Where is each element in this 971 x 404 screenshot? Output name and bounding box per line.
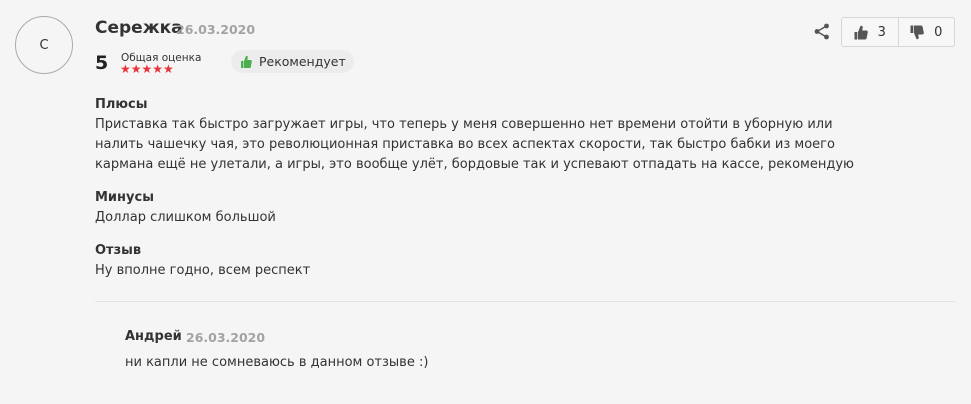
thumbs-up-green-icon xyxy=(241,55,252,68)
cons-text: Доллар слишком большой xyxy=(95,210,276,225)
review-text: Ну вполне годно, всем респект xyxy=(95,263,311,278)
cons-title: Минусы xyxy=(95,190,154,205)
dislike-button[interactable]: 0 xyxy=(897,18,955,46)
reply-author-name: Андрей xyxy=(125,329,182,344)
like-count: 3 xyxy=(877,24,886,40)
dislike-count: 0 xyxy=(934,24,943,40)
recommend-badge: Рекомендует xyxy=(231,50,354,73)
pros-title: Плюсы xyxy=(95,97,148,112)
avatar: С xyxy=(15,16,73,74)
rating-value: 5 xyxy=(95,52,109,74)
review-date: 26.03.2020 xyxy=(176,22,256,37)
author-name: Сережка xyxy=(95,18,183,38)
recommend-label: Рекомендует xyxy=(259,54,346,69)
avatar-initial: С xyxy=(39,37,49,53)
thumbs-down-icon xyxy=(910,25,924,39)
reply-date: 26.03.2020 xyxy=(186,330,266,345)
thumbs-up-icon xyxy=(854,25,868,39)
rating-stars: ★★★★★ xyxy=(120,62,174,76)
reply-text: ни капли не сомневаюсь в данном отзыве :… xyxy=(125,355,429,370)
pros-text: Приставка так быстро загружает игры, что… xyxy=(95,117,854,172)
share-button[interactable] xyxy=(812,21,832,41)
review-title: Отзыв xyxy=(95,243,142,258)
like-button[interactable]: 3 xyxy=(842,18,898,46)
vote-group: 3 0 xyxy=(841,17,955,47)
share-icon xyxy=(814,23,829,39)
divider xyxy=(95,301,955,302)
